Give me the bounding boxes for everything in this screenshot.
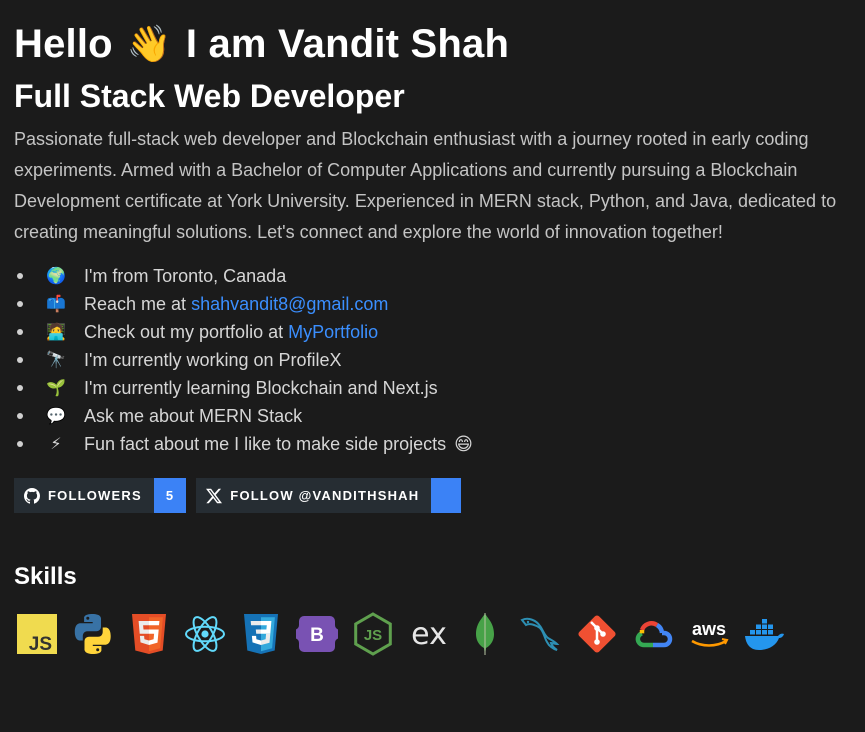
bullet: [17, 385, 23, 391]
bullet: [17, 301, 23, 307]
technologist-icon: 🧑‍💻: [46, 324, 66, 341]
followers-count: 5: [153, 478, 187, 513]
lightning-icon: ⚡: [50, 436, 62, 453]
bullet: [17, 413, 23, 419]
bullet: [17, 441, 23, 447]
seedling-icon: 🌱: [46, 380, 66, 397]
portfolio-link[interactable]: MyPortfolio: [288, 322, 378, 343]
telescope-icon: 🔭: [46, 352, 66, 369]
fact-text: I'm currently working on ProfileX: [84, 349, 342, 370]
readme-page: Hello 👋 I am Vandit Shah Full Stack Web …: [14, 18, 854, 659]
list-item: 📫 Reach me at shahvandit8@gmail.com: [14, 290, 854, 318]
badges-row: FOLLOWERS 5 FOLLOW @VANDITHSHAH: [14, 478, 854, 513]
globe-icon: 🌍: [46, 268, 66, 285]
wave-icon: 👋: [126, 23, 172, 64]
facts-list: 🌍 I'm from Toronto, Canada 📫 Reach me at…: [14, 262, 854, 458]
css3-icon: [238, 611, 284, 657]
bootstrap-letter: B: [310, 625, 324, 646]
fact-text: Fun fact about me I like to make side pr…: [84, 433, 447, 454]
fact-text: I'm from Toronto, Canada: [84, 265, 287, 286]
list-item: 🌱 I'm currently learning Blockchain and …: [14, 374, 854, 402]
javascript-icon: JS: [14, 611, 60, 657]
followers-label: FOLLOWERS: [48, 488, 142, 503]
express-letters: ex: [411, 617, 447, 652]
badge-label: FOLLOWERS: [14, 478, 154, 513]
list-item: 🔭 I'm currently working on ProfileX: [14, 346, 854, 374]
fact-text: Ask me about MERN Stack: [84, 405, 303, 426]
python-icon: [70, 611, 116, 657]
aws-letters: aws: [692, 619, 726, 639]
nodejs-letters: JS: [364, 627, 382, 644]
page-subtitle: Full Stack Web Developer: [14, 78, 405, 114]
twitter-count: [431, 478, 462, 513]
react-icon: [182, 611, 228, 657]
bullet: [17, 357, 23, 363]
email-link[interactable]: shahvandit8@gmail.com: [191, 294, 388, 315]
bootstrap-icon: B: [294, 611, 340, 657]
mongodb-icon: [462, 611, 508, 657]
svg-text:JS: JS: [29, 634, 52, 655]
smile-icon: 😄: [454, 433, 473, 454]
bio-paragraph: Passionate full-stack web developer and …: [14, 129, 837, 242]
list-item: 💬 Ask me about MERN Stack: [14, 402, 854, 430]
github-icon: [24, 487, 40, 504]
docker-icon: [742, 611, 788, 657]
list-item: 🌍 I'm from Toronto, Canada: [14, 262, 854, 290]
twitter-follow-badge[interactable]: FOLLOW @VANDITHSHAH: [196, 478, 462, 513]
badge-label: FOLLOW @VANDITHSHAH: [196, 478, 432, 513]
skills-heading: Skills: [14, 563, 77, 590]
fact-text: Reach me at: [84, 293, 187, 314]
github-followers-badge[interactable]: FOLLOWERS 5: [14, 478, 187, 513]
twitter-label: FOLLOW @VANDITHSHAH: [230, 488, 420, 503]
google-cloud-icon: [630, 611, 676, 657]
bullet: [17, 329, 23, 335]
nodejs-icon: JS: [350, 611, 396, 657]
bullet: [17, 273, 23, 279]
skills-row: JS B JS ex aws: [14, 609, 854, 659]
list-item: 🧑‍💻 Check out my portfolio at MyPortfoli…: [14, 318, 854, 346]
html5-icon: [126, 611, 172, 657]
hello-text: Hello: [14, 22, 113, 66]
fact-text: I'm currently learning Blockchain and Ne…: [84, 377, 438, 398]
express-icon: ex: [406, 611, 452, 657]
name-text: I am Vandit Shah: [185, 22, 510, 66]
fact-text: Check out my portfolio at: [84, 321, 284, 342]
aws-icon: aws: [686, 611, 732, 657]
git-icon: [574, 611, 620, 657]
x-logo-icon: [206, 488, 223, 503]
list-item: ⚡ Fun fact about me I like to make side …: [14, 430, 854, 458]
page-title: Hello 👋 I am Vandit Shah: [14, 18, 854, 70]
mailbox-icon: 📫: [46, 296, 66, 313]
speech-bubble-icon: 💬: [46, 408, 66, 425]
mysql-icon: [518, 611, 564, 657]
